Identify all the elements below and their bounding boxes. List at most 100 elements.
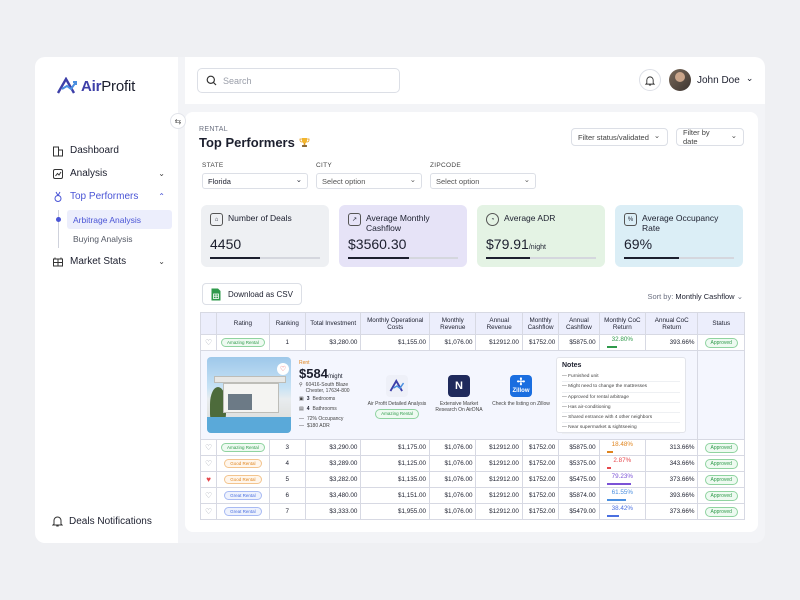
favorite-cell[interactable]: ♡ — [199, 455, 218, 472]
adr: — $180 ADR — [299, 423, 330, 429]
stat-card-deals: ⌂ Number of Deals 4450 — [201, 205, 329, 267]
building-icon — [51, 144, 65, 158]
sidebar-item-market-stats[interactable]: Market Stats ⌄ — [51, 250, 171, 273]
state-select[interactable]: Florida ⌄ — [202, 173, 308, 189]
total-investment-cell: $3,280.00 — [304, 334, 362, 351]
chevron-up-icon: ⌃ — [158, 192, 165, 201]
monthly-op-costs-cell: $1,135.00 — [360, 471, 431, 488]
monthly-coc-cell: 61.55% — [598, 487, 647, 504]
city-select[interactable]: Select option ⌄ — [316, 173, 422, 189]
sidebar-item-top-performers[interactable]: Top Performers ⌃ — [51, 185, 171, 208]
stat-card-value: $79.91/night — [486, 236, 546, 252]
table-row[interactable]: ♥ Good Rental 5 $3,282.00 $1,135.00 $1,0… — [199, 471, 745, 488]
table-header[interactable]: Annual CoC Return — [645, 312, 699, 335]
table-row[interactable]: ♡ Amazing Rental 3 $3,290.00 $1,175.00 $… — [199, 439, 745, 456]
deals-notifications[interactable]: Deals Notifications — [52, 515, 152, 527]
table-header[interactable]: Annual Cashflow — [558, 312, 600, 335]
sidebar-subitem-buying-analysis[interactable]: Buying Analysis — [59, 229, 171, 248]
annual-revenue-cell: $12912.00 — [475, 439, 523, 456]
favorite-cell[interactable]: ♡ — [199, 439, 218, 456]
zipcode-select[interactable]: Select option ⌄ — [430, 173, 536, 189]
monthly-revenue-cell: $1,076.00 — [429, 503, 477, 520]
filter-date-button[interactable]: Filter by date ⌄ — [676, 128, 744, 146]
monthly-op-costs-cell: $1,155.00 — [360, 334, 431, 351]
notifications-button[interactable] — [639, 69, 661, 91]
table-header[interactable]: Rating — [216, 312, 270, 335]
table-row[interactable]: ♡ Good Rental 4 $3,289.00 $1,125.00 $1,0… — [199, 455, 745, 472]
heart-icon[interactable]: ♡ — [205, 507, 212, 516]
user-menu[interactable]: John Doe ⌄ — [669, 69, 753, 91]
sidebar-item-label: Dashboard — [70, 145, 119, 156]
coc-bar — [607, 346, 618, 348]
monthly-cashflow-cell: $1752.00 — [521, 439, 560, 456]
sidebar-subitem-arbitrage-analysis[interactable]: Arbitrage Analysis — [56, 210, 172, 229]
table-row[interactable]: ♡ Amazing Rental 1 $3,280.00 $1,155.00 $… — [199, 334, 745, 351]
notes-title: Notes — [562, 362, 582, 369]
bath-icon: ▤ — [299, 406, 304, 412]
status-badge: Approved — [704, 474, 738, 485]
sidebar-item-analysis[interactable]: Analysis ⌄ — [51, 162, 171, 185]
favorite-cell[interactable]: ♡ — [199, 503, 218, 520]
rating-badge: Great Rental — [224, 491, 262, 500]
sort-label: Sort by: — [647, 292, 674, 301]
logo[interactable]: AirProfit — [56, 77, 135, 95]
sort-by[interactable]: Sort by: Monthly Cashflow ⌄ — [647, 292, 743, 301]
airdna-research-link[interactable]: N Extensive Market Research On AirDNA — [429, 375, 489, 413]
filter-status-button[interactable]: Filter status/validated ⌄ — [571, 128, 668, 146]
note-item: — Near supermarket & sightseeing — [562, 423, 680, 434]
table-header[interactable]: Total Investment — [304, 312, 362, 335]
table-row[interactable]: ♡ Great Rental 6 $3,480.00 $1,151.00 $1,… — [199, 487, 745, 504]
status-cell: Approved — [697, 439, 745, 456]
coc-indicator: 61.55% — [607, 489, 637, 501]
chevron-down-icon: ⌄ — [409, 174, 416, 184]
favorite-cell[interactable]: ♡ — [199, 334, 218, 351]
heart-icon[interactable]: ♡ — [277, 363, 289, 375]
dash-icon: — — [299, 416, 304, 422]
annual-revenue-cell: $12912.00 — [475, 503, 523, 520]
note-item: — Furnished unit — [562, 372, 680, 383]
page-title: Top Performers — [199, 135, 310, 150]
monthly-op-costs-cell: $1,151.00 — [360, 487, 431, 504]
note-item: — Shared entrance with 4 other neighbors — [562, 413, 680, 424]
collapse-sidebar-icon[interactable]: ⇆ — [170, 113, 186, 129]
expanded-detail-row: ♡ Rent $584/night ⚲ 60416-South Blaze Che… — [199, 350, 745, 440]
filter-label-zipcode: ZIPCODE — [430, 162, 461, 169]
annual-cashflow-cell: $5874.00 — [558, 487, 600, 504]
airprofit-analysis-link[interactable]: Air Profit Detailed Analysis Amazing Ren… — [367, 375, 427, 419]
table-header[interactable]: Monthly Cashflow — [521, 312, 560, 335]
table-header[interactable]: Ranking — [268, 312, 306, 335]
heart-icon[interactable]: ♡ — [205, 338, 212, 347]
table-header[interactable]: Monthly Operational Costs — [360, 312, 431, 335]
favorite-cell[interactable]: ♡ — [199, 487, 218, 504]
download-csv-button[interactable]: Download as CSV — [202, 283, 302, 305]
status-badge: Approved — [704, 490, 738, 501]
rating-badge: Good Rental — [224, 459, 262, 468]
table-header[interactable]: Monthly CoC Return — [598, 312, 647, 335]
sidebar-item-dashboard[interactable]: Dashboard — [51, 139, 171, 162]
heart-icon[interactable]: ♡ — [205, 459, 212, 468]
search-box[interactable] — [197, 68, 400, 93]
search-input[interactable] — [223, 75, 383, 86]
heart-icon[interactable]: ♡ — [205, 491, 212, 500]
stat-card-label: Average Monthly Cashflow — [366, 213, 430, 233]
annual-cashflow-cell: $5875.00 — [558, 439, 600, 456]
table-header[interactable]: Monthly Revenue — [429, 312, 477, 335]
table-header[interactable]: Annual Revenue — [475, 312, 523, 335]
favorite-cell[interactable]: ♥ — [199, 471, 218, 488]
property-photo[interactable]: ♡ — [207, 357, 291, 433]
coc-indicator: 2.87% — [607, 457, 637, 469]
heart-icon[interactable]: ♥ — [206, 475, 211, 484]
table-header[interactable]: Status — [697, 312, 745, 335]
stat-card-label: Average Occupancy Rate — [642, 213, 719, 233]
chevron-down-icon: ⌄ — [158, 169, 165, 178]
status-badge: Approved — [704, 458, 738, 469]
zipcode-select-value: Select option — [436, 176, 480, 186]
annual-cashflow-cell: $5479.00 — [558, 503, 600, 520]
zillow-listing-link[interactable]: ✢ Zillow Check the listing on Zillow — [491, 375, 551, 407]
heart-icon[interactable]: ♡ — [205, 443, 212, 452]
table-row[interactable]: ♡ Great Rental 7 $3,333.00 $1,955.00 $1,… — [199, 503, 745, 520]
rating-cell: Good Rental — [216, 471, 270, 488]
pool-shape — [207, 417, 291, 433]
house-icon: ⌂ — [210, 213, 223, 226]
grid-icon — [51, 255, 65, 269]
